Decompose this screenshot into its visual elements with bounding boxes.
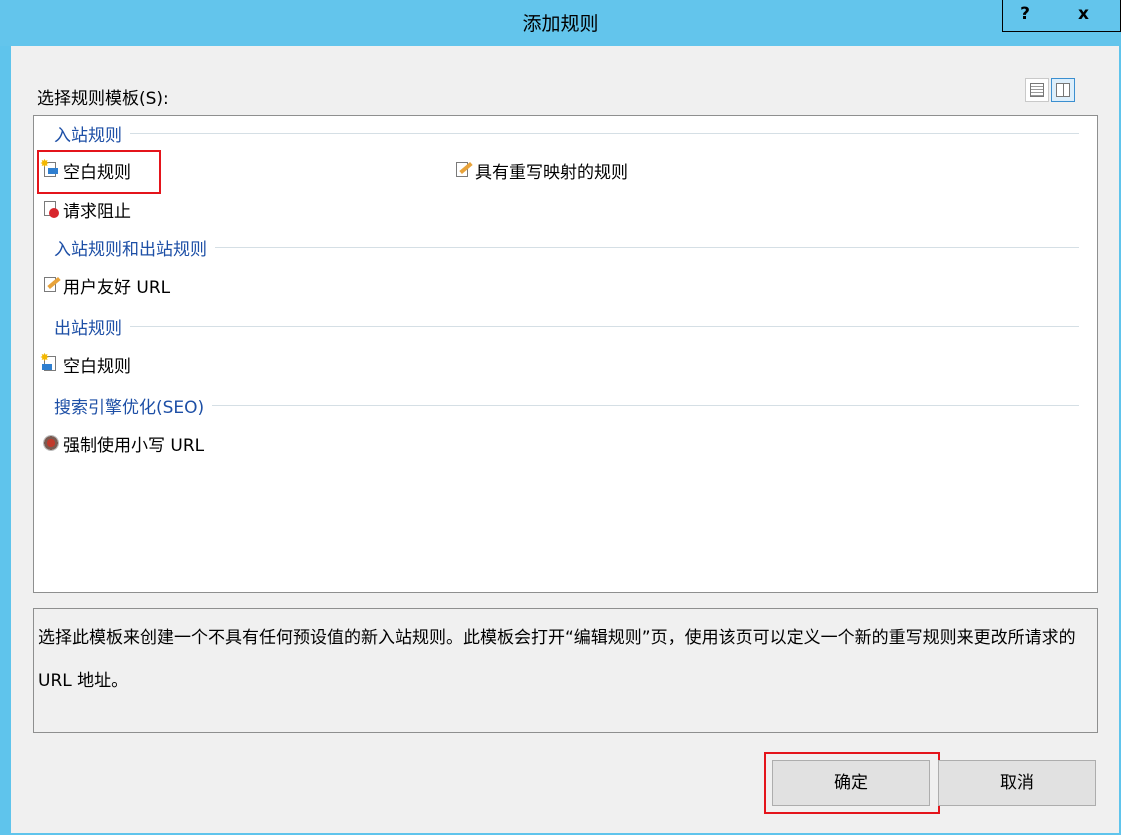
template-user-friendly-url[interactable]: 用户友好 URL bbox=[42, 271, 170, 299]
blank-outbound-rule-icon: ✸ bbox=[40, 352, 60, 373]
window-title: 添加规则 bbox=[522, 13, 599, 35]
item-label: 空白规则 bbox=[63, 356, 131, 377]
item-label: 请求阻止 bbox=[63, 201, 131, 222]
template-enforce-lowercase-url[interactable]: 强制使用小写 URL bbox=[42, 429, 204, 457]
close-button[interactable]: x bbox=[1047, 0, 1121, 32]
rule-template-list[interactable]: 入站规则 ✸ 空白规则 具有重写映射的规则 请求阻止 入站规则和出站规则 用户友… bbox=[33, 115, 1098, 593]
template-description: 选择此模板来创建一个不具有任何预设值的新入站规则。此模板会打开“编辑规则”页，使… bbox=[33, 608, 1098, 733]
help-button[interactable]: ? bbox=[1002, 0, 1048, 32]
item-label: 用户友好 URL bbox=[63, 277, 171, 298]
group-inbound-and-outbound: 入站规则和出站规则 bbox=[54, 236, 1079, 260]
title-bar: 添加规则 ? x bbox=[0, 0, 1121, 46]
group-label: 入站规则 bbox=[54, 125, 122, 146]
ok-button[interactable]: 确定 bbox=[772, 760, 930, 806]
group-label: 出站规则 bbox=[54, 318, 122, 339]
template-request-blocking[interactable]: 请求阻止 bbox=[42, 195, 131, 223]
template-rewrite-map-rule[interactable]: 具有重写映射的规则 bbox=[454, 156, 628, 184]
dialog-body: 选择规则模板(S): 入站规则 ✸ 空白规则 具有重写映射的规则 请求阻止 入站… bbox=[11, 46, 1119, 833]
tiles-view-icon[interactable] bbox=[1051, 78, 1075, 102]
request-block-icon bbox=[42, 200, 60, 218]
group-inbound: 入站规则 bbox=[54, 122, 1079, 146]
user-friendly-url-icon bbox=[42, 276, 61, 294]
selection-highlight bbox=[37, 150, 161, 194]
rewrite-map-rule-icon bbox=[454, 161, 473, 179]
group-seo: 搜索引擎优化(SEO) bbox=[54, 394, 1079, 418]
cancel-button[interactable]: 取消 bbox=[938, 760, 1096, 806]
template-outbound-blank-rule[interactable]: ✸ 空白规则 bbox=[40, 350, 131, 378]
details-view-icon[interactable] bbox=[1025, 78, 1049, 102]
group-label: 入站规则和出站规则 bbox=[54, 239, 207, 260]
item-label: 具有重写映射的规则 bbox=[475, 162, 628, 183]
group-outbound: 出站规则 bbox=[54, 315, 1079, 339]
item-label: 强制使用小写 URL bbox=[63, 435, 205, 456]
group-label: 搜索引擎优化(SEO) bbox=[54, 397, 205, 418]
template-list-label: 选择规则模板(S): bbox=[37, 89, 169, 109]
seo-rule-icon bbox=[42, 434, 60, 452]
